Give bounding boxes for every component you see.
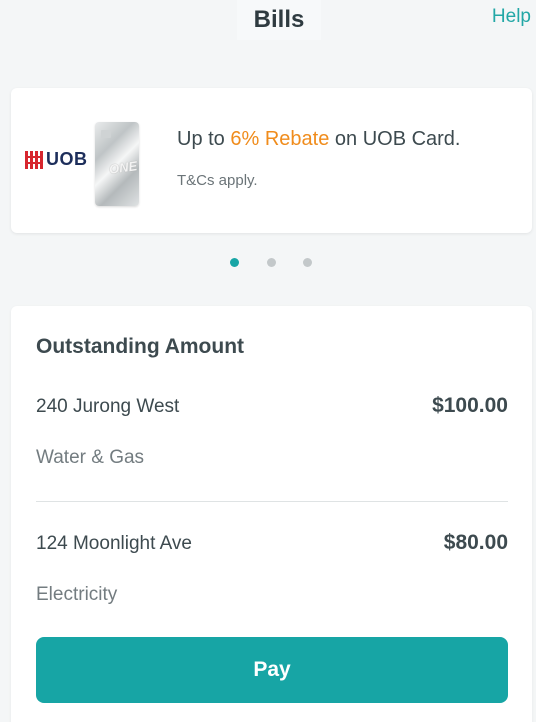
bill-type: Electricity <box>36 584 118 605</box>
divider <box>36 501 508 502</box>
section-title: Outstanding Amount <box>36 335 245 358</box>
help-link[interactable]: Help <box>492 6 531 28</box>
credit-card-image: ONE <box>95 122 139 206</box>
bill-amount: $80.00 <box>443 531 508 554</box>
promo-banner[interactable]: UOB ONE Up to 6% Rebate on UOB Card. T&C… <box>11 88 532 233</box>
promo-headline-prefix: Up to <box>177 128 231 150</box>
promo-headline-accent: 6% Rebate <box>230 128 330 150</box>
card-chip-icon <box>101 130 111 138</box>
promo-terms: T&Cs apply. <box>177 172 258 189</box>
bill-address: 124 Moonlight Ave <box>36 533 192 554</box>
bill-amount: $100.00 <box>432 394 508 417</box>
promo-headline-suffix: on UOB Card. <box>329 128 461 150</box>
carousel-dots <box>0 258 536 270</box>
carousel-dot-1[interactable] <box>230 258 239 267</box>
carousel-dot-2[interactable] <box>267 258 276 267</box>
uob-logo-icon <box>25 150 43 169</box>
bill-address: 240 Jurong West <box>36 396 180 417</box>
bill-type: Water & Gas <box>36 447 145 468</box>
uob-logo-text: UOB <box>46 149 88 169</box>
outstanding-amount-card: Outstanding Amount 240 Jurong West $100.… <box>11 306 532 722</box>
page-title: Bills <box>253 6 305 33</box>
title-box: Bills <box>237 0 321 40</box>
carousel-dot-3[interactable] <box>303 258 312 267</box>
uob-logo: UOB <box>25 149 88 170</box>
card-art-icon: ONE <box>108 158 139 177</box>
header: Bills Help <box>0 0 536 40</box>
promo-headline: Up to 6% Rebate on UOB Card. <box>177 128 461 151</box>
pay-button[interactable]: Pay <box>36 637 508 703</box>
